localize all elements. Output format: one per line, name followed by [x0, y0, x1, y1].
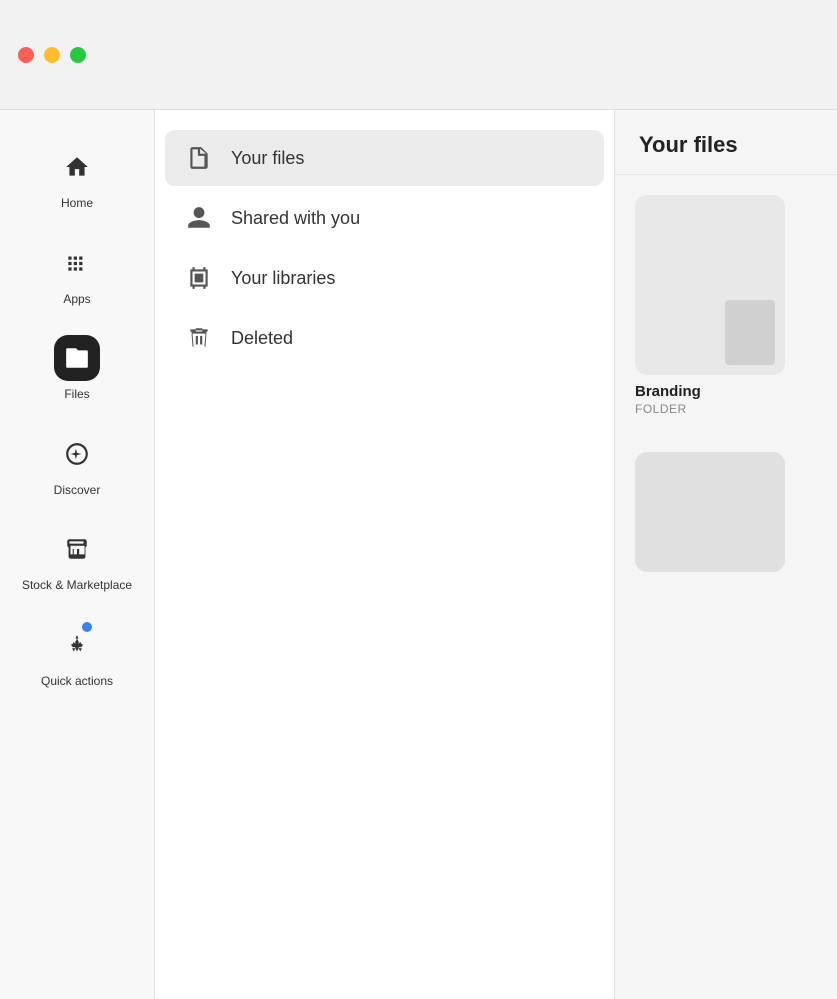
sidebar-item-apps-label: Apps [63, 292, 90, 308]
nav-option-libraries[interactable]: Your libraries [165, 250, 604, 306]
apps-icon-wrapper [54, 240, 100, 286]
folder-item-2[interactable] [635, 432, 817, 572]
shared-svg-icon [186, 205, 212, 231]
titlebar [0, 0, 837, 110]
discover-icon-wrapper [54, 431, 100, 477]
folder-item-branding[interactable]: Branding FOLDER [635, 195, 817, 416]
sidebar-item-files[interactable]: Files [0, 321, 154, 417]
discover-icon [64, 441, 90, 467]
nav-option-libraries-label: Your libraries [231, 268, 335, 289]
libraries-icon [185, 264, 213, 292]
sidebar-item-quick-actions-label: Quick actions [41, 674, 113, 690]
nav-option-your-files[interactable]: Your files [165, 130, 604, 186]
folder-type-branding: FOLDER [635, 402, 817, 416]
file-icon [185, 144, 213, 172]
stock-icon [64, 536, 90, 562]
home-icon-wrapper [54, 144, 100, 190]
folder-card-branding [635, 195, 785, 375]
folder-card-2 [635, 452, 785, 572]
minimize-button[interactable] [44, 47, 60, 63]
maximize-button[interactable] [70, 47, 86, 63]
app-container: Home Apps Files [0, 110, 837, 999]
nav-option-shared[interactable]: Shared with you [165, 190, 604, 246]
sidebar: Home Apps Files [0, 110, 155, 999]
sidebar-item-discover-label: Discover [54, 483, 101, 499]
deleted-icon [185, 324, 213, 352]
quick-actions-icon [64, 632, 90, 658]
sidebar-item-home-label: Home [61, 196, 93, 212]
quick-actions-badge [82, 622, 92, 632]
files-grid: Branding FOLDER [615, 175, 837, 592]
libraries-svg-icon [186, 265, 212, 291]
sidebar-item-discover[interactable]: Discover [0, 417, 154, 513]
nav-option-deleted-label: Deleted [231, 328, 293, 349]
folder-info-branding: Branding FOLDER [635, 383, 817, 416]
shared-icon [185, 204, 213, 232]
nav-option-shared-label: Shared with you [231, 208, 360, 229]
files-icon-wrapper [54, 335, 100, 381]
sidebar-item-stock-label: Stock & Marketplace [22, 578, 132, 594]
stock-icon-wrapper [54, 526, 100, 572]
sidebar-item-quick-actions[interactable]: Quick actions [0, 608, 154, 704]
traffic-lights [18, 47, 86, 63]
sidebar-item-home[interactable]: Home [0, 130, 154, 226]
folder-name-branding: Branding [635, 383, 817, 400]
sidebar-item-files-label: Files [64, 387, 89, 403]
sidebar-item-apps[interactable]: Apps [0, 226, 154, 322]
nav-option-deleted[interactable]: Deleted [165, 310, 604, 366]
secondary-nav: Your files Shared with you Your librarie… [155, 110, 615, 999]
main-panel-header: Your files [615, 110, 837, 175]
your-files-svg-icon [186, 145, 212, 171]
apps-icon [64, 250, 90, 276]
sidebar-item-stock[interactable]: Stock & Marketplace [0, 512, 154, 608]
folder-card-inner-branding [725, 300, 775, 365]
close-button[interactable] [18, 47, 34, 63]
main-panel: Your files Branding FOLDER [615, 110, 837, 999]
home-icon [64, 154, 90, 180]
quick-actions-icon-wrapper [54, 622, 100, 668]
files-icon [64, 345, 90, 371]
main-panel-title: Your files [639, 132, 738, 157]
nav-option-your-files-label: Your files [231, 148, 304, 169]
deleted-svg-icon [186, 325, 212, 351]
